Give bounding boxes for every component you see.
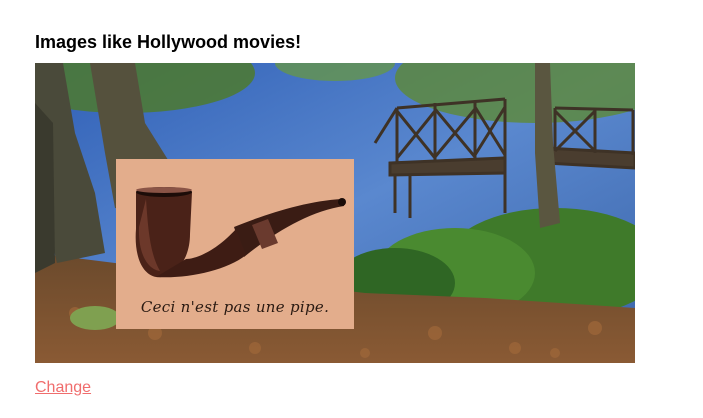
change-link[interactable]: Change (35, 379, 91, 397)
pipe-painting: Ceci n'est pas une pipe. (116, 159, 354, 329)
page-heading: Images like Hollywood movies! (35, 32, 302, 52)
pipe-caption: Ceci n'est pas une pipe. (140, 298, 330, 316)
